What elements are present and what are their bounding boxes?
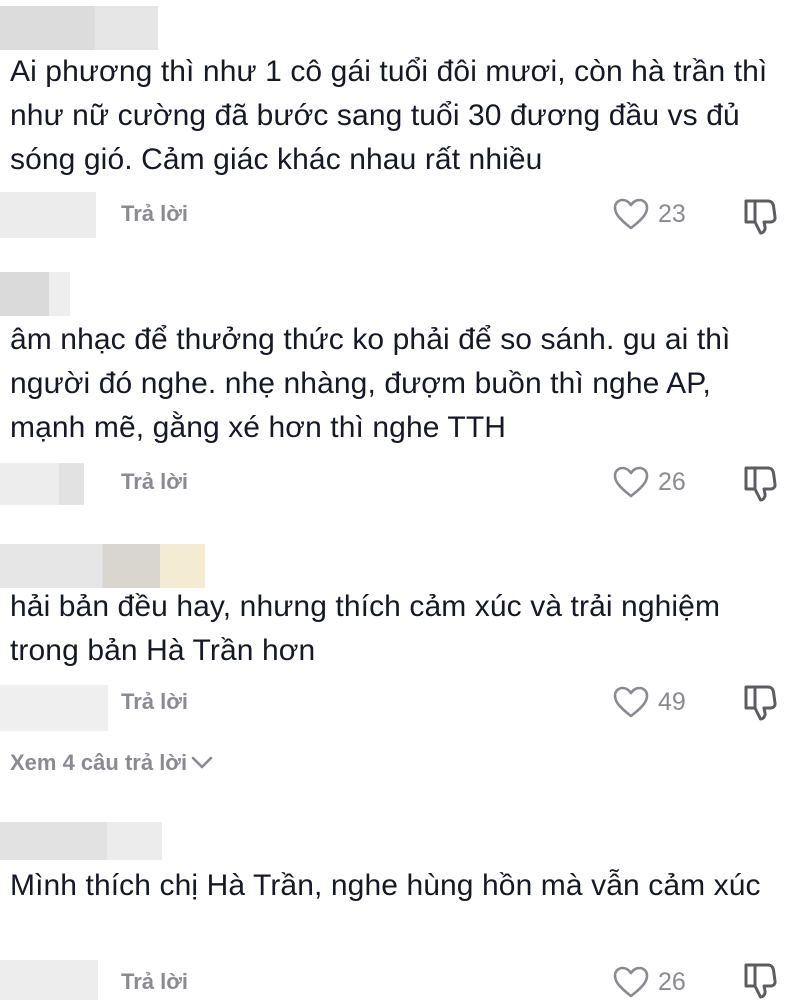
comment-item: hải bản đều hay, nhưng thích cảm xúc và … <box>0 525 811 740</box>
subinfo-redacted <box>0 960 98 1000</box>
username-redacted <box>0 822 162 860</box>
comment-item: Mình thích chị Hà Trần, nghe hùng hồn mà… <box>0 800 811 1000</box>
heart-outline-icon <box>613 198 649 230</box>
comment-text: âm nhạc để thưởng thức ko phải để so sán… <box>10 323 731 444</box>
heart-outline-icon <box>613 966 649 998</box>
like-count: 26 <box>658 468 686 496</box>
subinfo-redacted <box>0 685 108 731</box>
like-count: 23 <box>658 200 686 228</box>
thumbs-down-icon <box>744 466 777 502</box>
comment-text: Mình thích chị Hà Trần, nghe hùng hồn mà… <box>10 869 761 902</box>
like-count: 26 <box>658 968 686 996</box>
username-redacted <box>0 6 158 50</box>
comment-text: hải bản đều hay, nhưng thích cảm xúc và … <box>10 590 721 667</box>
like-button[interactable]: 23 <box>612 196 686 232</box>
like-button[interactable]: 26 <box>612 964 686 1000</box>
dislike-button[interactable] <box>740 682 780 722</box>
comment-item: Ai phương thì như 1 cô gái tuổi đôi mươi… <box>0 0 811 250</box>
reply-button[interactable]: Trả lời <box>121 467 188 497</box>
like-button[interactable]: 26 <box>612 464 686 500</box>
thumbs-down-icon <box>744 685 777 721</box>
comment-item: âm nhạc để thưởng thức ko phải để so sán… <box>0 250 811 525</box>
subinfo-redacted <box>0 463 84 505</box>
dislike-button[interactable] <box>740 960 780 1000</box>
reply-button[interactable]: Trả lời <box>121 687 188 717</box>
heart-outline-icon <box>613 686 649 718</box>
reply-button[interactable]: Trả lời <box>121 199 188 229</box>
reply-button[interactable]: Trả lời <box>121 967 188 997</box>
like-button[interactable]: 49 <box>612 684 686 720</box>
heart-outline-icon <box>613 466 649 498</box>
chevron-down-icon <box>191 756 213 769</box>
view-replies-label: Xem 4 câu trả lời <box>10 750 188 775</box>
subinfo-redacted <box>0 192 96 238</box>
thumbs-down-icon <box>744 199 777 235</box>
like-count: 49 <box>658 688 686 716</box>
dislike-button[interactable] <box>740 196 780 236</box>
username-redacted <box>0 272 70 316</box>
thumbs-down-icon <box>744 963 777 999</box>
comment-text: Ai phương thì như 1 cô gái tuổi đôi mươi… <box>10 55 768 176</box>
view-replies-button[interactable]: Xem 4 câu trả lời <box>10 748 213 778</box>
dislike-button[interactable] <box>740 463 780 503</box>
username-redacted <box>0 544 205 588</box>
